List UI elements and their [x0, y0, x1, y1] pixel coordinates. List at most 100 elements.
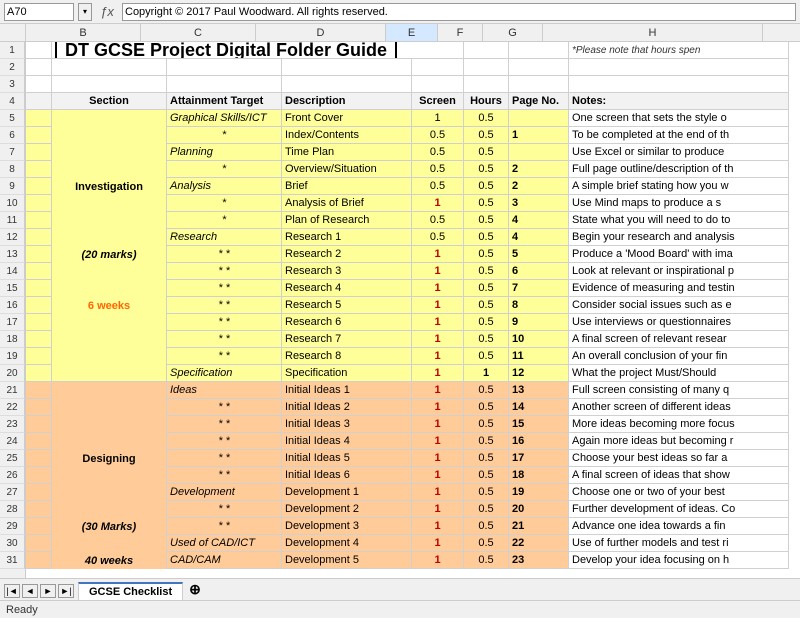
col-header-h[interactable]: H: [543, 24, 763, 41]
row-num-22: 22: [0, 399, 25, 416]
row-num-20: 20: [0, 365, 25, 382]
cell-f1[interactable]: [464, 42, 509, 59]
row-num-9: 9: [0, 178, 25, 195]
cell-g1[interactable]: [509, 42, 569, 59]
row-29: (30 Marks) * * Development 3 1 0.5 21 Ad…: [26, 518, 800, 535]
row-1: DT GCSE Project Digital Folder Guide *Pl…: [26, 42, 800, 59]
row-num-30: 30: [0, 535, 25, 552]
formula-icon: ƒx: [96, 3, 118, 21]
row-20: Specification Specification 1 1 12 What …: [26, 365, 800, 382]
row-num-13: 13: [0, 246, 25, 263]
row-num-1: 1: [0, 42, 25, 59]
note-text: *Please note that hours spen: [572, 45, 700, 56]
row-4: Section Attainment Target Description Sc…: [26, 93, 800, 110]
row-num-2: 2: [0, 59, 25, 76]
spreadsheet-title: DT GCSE Project Digital Folder Guide: [55, 42, 397, 59]
row-9: Investigation Analysis Brief 0.5 0.5 2 A…: [26, 178, 800, 195]
row-17: * * Research 6 1 0.5 9 Use interviews or…: [26, 314, 800, 331]
row-16: 6 weeks * * Research 5 1 0.5 8 Consider …: [26, 297, 800, 314]
row-6: * Index/Contents 0.5 0.5 1 To be complet…: [26, 127, 800, 144]
row-num-23: 23: [0, 416, 25, 433]
cell-a1[interactable]: [26, 42, 52, 59]
row-31: 40 weeks CAD/CAM Development 5 1 0.5 23 …: [26, 552, 800, 569]
row-22: * * Initial Ideas 2 1 0.5 14 Another scr…: [26, 399, 800, 416]
row-num-18: 18: [0, 331, 25, 348]
row-21: Ideas Initial Ideas 1 1 0.5 13 Full scre…: [26, 382, 800, 399]
row-num-7: 7: [0, 144, 25, 161]
sheet-area: 1 2 3 4 5 6 7 8 9 10 11 12 13 14 15 16 1…: [0, 42, 800, 578]
row-num-5: 5: [0, 110, 25, 127]
formula-toolbar: ▾ ƒx: [0, 0, 800, 24]
row-30: Used of CAD/ICT Development 4 1 0.5 22 U…: [26, 535, 800, 552]
row-28: * * Development 2 1 0.5 20 Further devel…: [26, 501, 800, 518]
name-box-dropdown[interactable]: ▾: [78, 3, 92, 21]
tab-nav-last[interactable]: ►|: [58, 584, 74, 598]
row-num-24: 24: [0, 433, 25, 450]
row-num-31: 31: [0, 552, 25, 569]
row-7: Planning Time Plan 0.5 0.5 Use Excel or …: [26, 144, 800, 161]
row-10: * Analysis of Brief 1 0.5 3 Use Mind map…: [26, 195, 800, 212]
row-27: Development Development 1 1 0.5 19 Choos…: [26, 484, 800, 501]
col-header-g[interactable]: G: [483, 24, 543, 41]
row-num-25: 25: [0, 450, 25, 467]
row-num-8: 8: [0, 161, 25, 178]
row-num-26: 26: [0, 467, 25, 484]
row-num-27: 27: [0, 484, 25, 501]
row-num-29: 29: [0, 518, 25, 535]
row-2: [26, 59, 800, 76]
row-num-3: 3: [0, 76, 25, 93]
name-box[interactable]: [4, 3, 74, 21]
row-14: * * Research 3 1 0.5 6 Look at relevant …: [26, 263, 800, 280]
row-24: * * Initial Ideas 4 1 0.5 16 Again more …: [26, 433, 800, 450]
row-25: Designing * * Initial Ideas 5 1 0.5 17 C…: [26, 450, 800, 467]
status-bar: Ready: [0, 600, 800, 618]
row-num-21: 21: [0, 382, 25, 399]
row-13: (20 marks) * * Research 2 1 0.5 5 Produc…: [26, 246, 800, 263]
row-num-15: 15: [0, 280, 25, 297]
col-header-e[interactable]: E: [386, 24, 438, 41]
row-3: [26, 76, 800, 93]
header-page-no: Page No.: [509, 93, 569, 110]
row-19: * * Research 8 1 0.5 11 An overall concl…: [26, 348, 800, 365]
corner-cell: [0, 24, 26, 41]
row-num-14: 14: [0, 263, 25, 280]
col-header-c[interactable]: C: [141, 24, 256, 41]
tab-nav-prev[interactable]: ◄: [22, 584, 38, 598]
tab-bar: |◄ ◄ ► ►| GCSE Checklist ⊕: [0, 578, 800, 600]
column-headers: B C D E F G H: [0, 24, 800, 42]
col-header-f[interactable]: F: [438, 24, 483, 41]
row-18: * * Research 7 1 0.5 10 A final screen o…: [26, 331, 800, 348]
row-num-19: 19: [0, 348, 25, 365]
header-description: Description: [282, 93, 412, 110]
header-notes: Notes:: [569, 93, 789, 110]
row-26: * * Initial Ideas 6 1 0.5 18 A final scr…: [26, 467, 800, 484]
col-header-b[interactable]: B: [26, 24, 141, 41]
add-sheet-button[interactable]: ⊕: [183, 579, 207, 600]
row-num-11: 11: [0, 212, 25, 229]
col-header-d[interactable]: D: [256, 24, 386, 41]
tab-nav-first[interactable]: |◄: [4, 584, 20, 598]
row-num-12: 12: [0, 229, 25, 246]
header-hours: Hours: [464, 93, 509, 110]
row-11: * Plan of Research 0.5 0.5 4 State what …: [26, 212, 800, 229]
header-section: Section: [52, 93, 167, 110]
row-5: Graphical Skills/ICT Front Cover 1 0.5 O…: [26, 110, 800, 127]
row-num-16: 16: [0, 297, 25, 314]
row-num-6: 6: [0, 127, 25, 144]
cell-title[interactable]: DT GCSE Project Digital Folder Guide: [52, 42, 464, 59]
header-screen: Screen: [412, 93, 464, 110]
sheet-tab-gcse[interactable]: GCSE Checklist: [78, 582, 183, 600]
row-num-28: 28: [0, 501, 25, 518]
row-num-4: 4: [0, 93, 25, 110]
tab-navigation: |◄ ◄ ► ►|: [4, 584, 74, 600]
row-12: Research Research 1 0.5 0.5 4 Begin your…: [26, 229, 800, 246]
status-text: Ready: [6, 604, 38, 616]
tab-nav-next[interactable]: ►: [40, 584, 56, 598]
header-attainment: Attainment Target: [167, 93, 282, 110]
cell-h1[interactable]: *Please note that hours spen: [569, 42, 789, 59]
row-23: * * Initial Ideas 3 1 0.5 15 More ideas …: [26, 416, 800, 433]
row-num-10: 10: [0, 195, 25, 212]
row-15: * * Research 4 1 0.5 7 Evidence of measu…: [26, 280, 800, 297]
spreadsheet-grid[interactable]: DT GCSE Project Digital Folder Guide *Pl…: [26, 42, 800, 578]
formula-bar-input[interactable]: [122, 3, 796, 21]
